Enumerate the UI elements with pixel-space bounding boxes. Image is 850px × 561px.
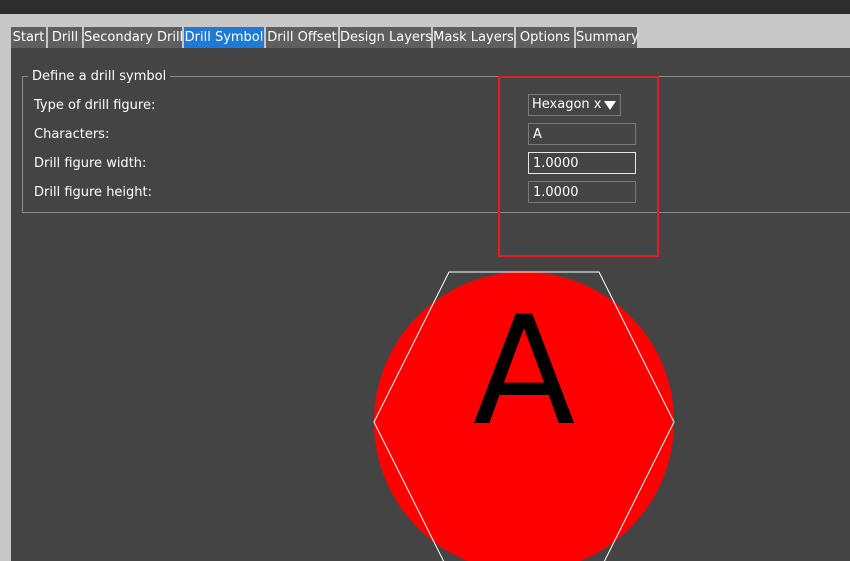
preview-character: A <box>472 285 576 459</box>
